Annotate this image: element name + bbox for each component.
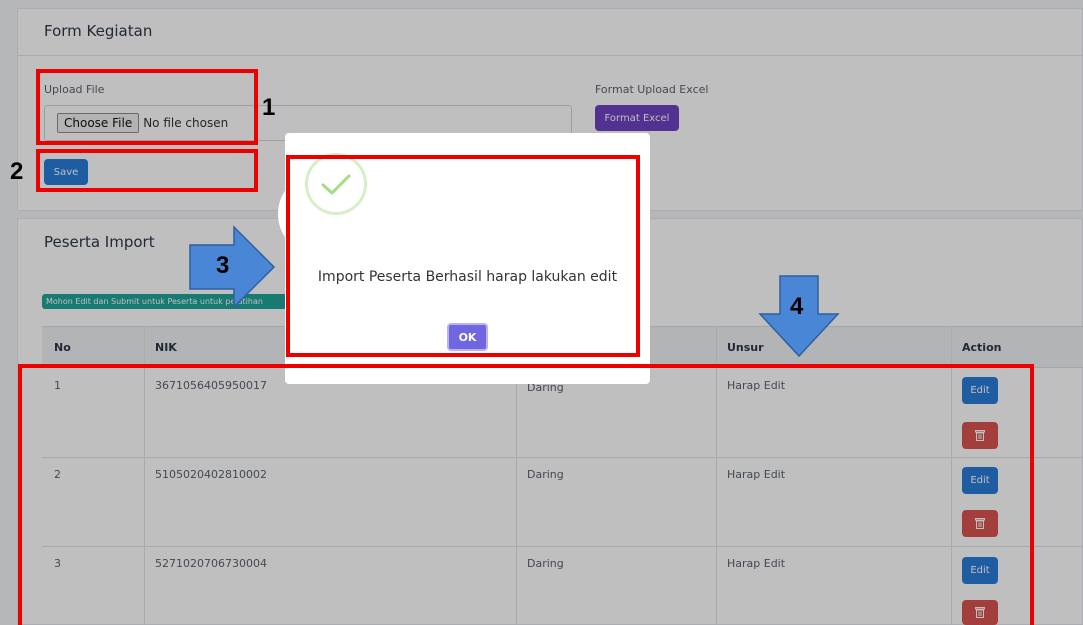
highlight-box-dialog (286, 155, 640, 357)
annotation-number-3: 3 (216, 252, 230, 279)
highlight-box-save (36, 149, 258, 192)
highlight-box-upload (36, 69, 258, 145)
annotation-number-4: 4 (790, 293, 804, 320)
annotation-number-2: 2 (10, 158, 24, 185)
highlight-box-table (18, 364, 1034, 625)
annotation-number-1: 1 (262, 94, 276, 121)
annotation-arrow-right (189, 225, 276, 309)
